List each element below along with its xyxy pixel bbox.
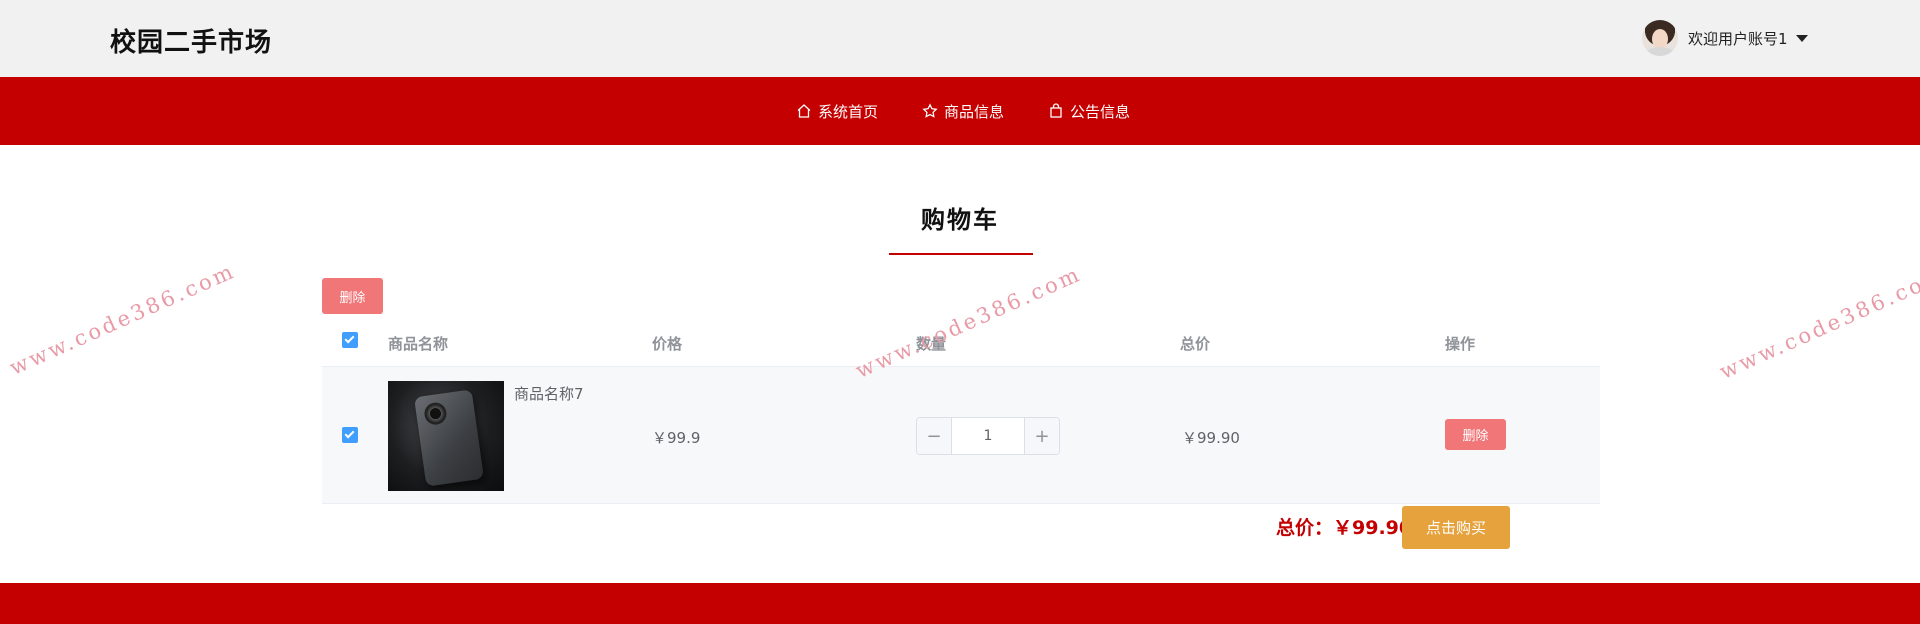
bulk-delete-button[interactable]: 删除 <box>322 278 383 314</box>
product-price: ￥99.9 <box>652 429 701 447</box>
column-header-name: 商品名称 <box>388 335 449 353</box>
bag-icon <box>1050 103 1062 118</box>
product-image[interactable] <box>388 381 504 491</box>
nav-item-label: 公告信息 <box>1070 102 1131 121</box>
nav-item-notices[interactable]: 公告信息 <box>1048 101 1130 122</box>
site-title: 校园二手市场 <box>110 28 273 58</box>
row-checkbox[interactable] <box>342 427 358 443</box>
user-name: 欢迎用户账号1 <box>1688 29 1788 48</box>
decrease-quantity-button[interactable]: − <box>917 418 952 454</box>
column-header-total: 总价 <box>1180 335 1211 353</box>
increase-quantity-button[interactable]: + <box>1024 418 1059 454</box>
select-all-checkbox[interactable] <box>342 332 358 348</box>
watermark-text: www.code386.com <box>6 258 240 380</box>
title-underline <box>889 253 1033 255</box>
cart-total: 总价：￥99.90 <box>1276 517 1413 539</box>
quantity-input[interactable] <box>952 418 1024 454</box>
quantity-stepper: − + <box>916 417 1060 455</box>
cart-table: 商品名称 价格 数量 总价 操作 商品名称7 ￥99.9 − + ￥99.90 … <box>322 318 1600 504</box>
table-row: 商品名称7 ￥99.9 − + ￥99.90 删除 <box>322 367 1600 504</box>
home-icon <box>797 104 811 118</box>
product-name[interactable]: 商品名称7 <box>514 383 584 404</box>
nav-item-label: 系统首页 <box>817 102 878 121</box>
caret-down-icon[interactable] <box>1795 34 1808 42</box>
top-header: 校园二手市场 欢迎用户账号1 <box>0 0 1920 77</box>
column-header-action: 操作 <box>1445 335 1476 353</box>
user-menu[interactable]: 欢迎用户账号1 <box>1642 19 1808 57</box>
main-navbar: 系统首页 商品信息 公告信息 <box>0 77 1920 145</box>
row-delete-button[interactable]: 删除 <box>1445 419 1506 450</box>
row-total-price: ￥99.90 <box>1182 429 1240 447</box>
watermark-text: www.code386.com <box>1716 262 1920 384</box>
footer-bar <box>0 583 1920 624</box>
buy-button[interactable]: 点击购买 <box>1402 506 1510 549</box>
nav-item-products[interactable]: 商品信息 <box>922 101 1004 122</box>
nav-item-label: 商品信息 <box>943 102 1004 121</box>
nav-item-home[interactable]: 系统首页 <box>796 101 878 122</box>
column-header-price: 价格 <box>652 335 683 353</box>
page-title: 购物车 <box>921 206 999 234</box>
avatar[interactable] <box>1642 20 1678 56</box>
star-icon <box>922 103 938 118</box>
